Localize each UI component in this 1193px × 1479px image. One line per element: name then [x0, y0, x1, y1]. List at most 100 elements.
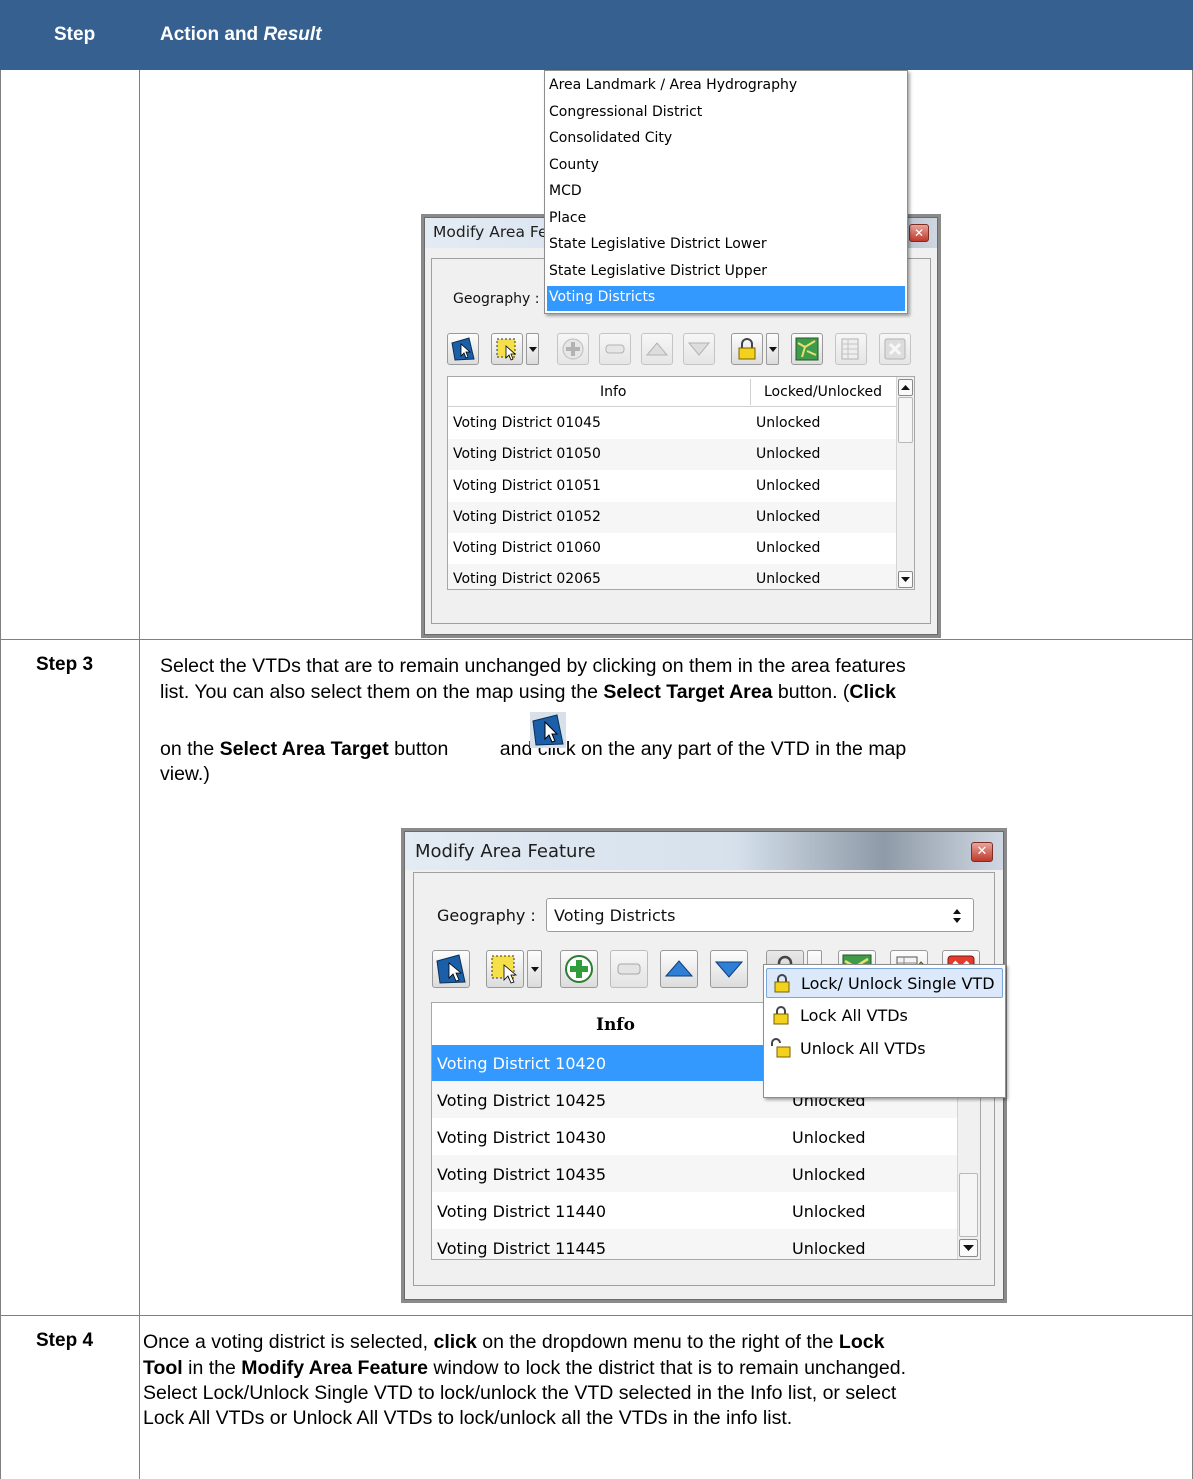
- step-4-label: Step 4: [36, 1330, 94, 1351]
- geography-label: Geography :: [437, 906, 536, 925]
- map-button[interactable]: [791, 333, 823, 365]
- lock-tool-dropdown[interactable]: [766, 333, 779, 365]
- header-step: Step: [54, 24, 96, 45]
- remove-button[interactable]: [599, 333, 631, 365]
- move-down-button[interactable]: [683, 333, 715, 365]
- menu-item-lock-all[interactable]: Lock All VTDs: [766, 1001, 1003, 1031]
- column-header-info[interactable]: Info: [600, 384, 627, 400]
- step-3-line-2: list. You can also select them on the ma…: [160, 681, 897, 703]
- lock-icon: [774, 974, 790, 993]
- select-area-target-icon: [530, 712, 566, 748]
- step-4-line-3: Select Lock/Unlock Single VTD to lock/un…: [143, 1382, 897, 1404]
- row-info: Voting District 01051: [453, 478, 601, 494]
- move-up-button[interactable]: [641, 333, 673, 365]
- menu-item-label: Unlock All VTDs: [800, 1039, 926, 1058]
- geography-label: Geography :: [453, 291, 540, 307]
- column-header-info[interactable]: Info: [596, 1015, 635, 1035]
- select-tool-button[interactable]: [486, 950, 524, 988]
- close-button[interactable]: ✕: [971, 842, 993, 862]
- dialog-title: Modify Area Fe: [433, 223, 548, 241]
- close-icon: ✕: [913, 226, 925, 240]
- triangle-up-icon: [664, 960, 694, 977]
- lock-tool-button[interactable]: [731, 333, 763, 365]
- remove-button[interactable]: [610, 950, 648, 988]
- scroll-thumb[interactable]: [898, 397, 913, 443]
- selection-rectangle-icon: [496, 338, 517, 361]
- move-down-button[interactable]: [710, 950, 748, 988]
- area-features-list[interactable]: Info Locked/Unlocked Voting District 010…: [447, 376, 915, 590]
- triangle-up-icon: [901, 385, 910, 390]
- step-3-line-1: Select the VTDs that are to remain uncha…: [160, 655, 906, 677]
- row-info: Voting District 10430: [437, 1128, 607, 1147]
- row-info: Voting District 01060: [453, 540, 601, 556]
- list-item[interactable]: Congressional District: [549, 104, 702, 120]
- menu-item-label: Lock All VTDs: [800, 1006, 908, 1025]
- triangle-down-icon: [963, 1245, 974, 1251]
- attribute-table-button[interactable]: [835, 333, 867, 365]
- row-info: Voting District 10420: [437, 1054, 607, 1073]
- select-area-target-icon: [451, 337, 475, 361]
- list-item[interactable]: State Legislative District Lower: [549, 236, 767, 252]
- select-tool-dropdown[interactable]: [526, 333, 539, 365]
- row-info: Voting District 01052: [453, 509, 601, 525]
- table-row-divider: [0, 1315, 1193, 1316]
- select-area-target-button[interactable]: [447, 333, 479, 365]
- triangle-down-icon: [687, 342, 711, 356]
- select-tool-button[interactable]: [491, 333, 523, 365]
- scroll-thumb[interactable]: [959, 1173, 978, 1237]
- row-info: Voting District 02065: [453, 571, 601, 587]
- map-icon: [795, 337, 819, 361]
- menu-item-unlock-all[interactable]: Unlock All VTDs: [766, 1034, 1003, 1064]
- row-status: Unlocked: [792, 1165, 866, 1184]
- list-item[interactable]: County: [549, 157, 599, 173]
- close-icon: [884, 338, 906, 360]
- list-item[interactable]: State Legislative District Upper: [549, 263, 767, 279]
- list-item[interactable]: Place: [549, 210, 586, 226]
- menu-item-lock-unlock-single[interactable]: Lock/ Unlock Single VTD: [766, 968, 1003, 998]
- minus-icon: [605, 344, 625, 354]
- plus-icon: [565, 955, 593, 983]
- add-button[interactable]: [557, 333, 589, 365]
- row-status: Unlocked: [792, 1239, 866, 1258]
- row-status: Unlocked: [756, 446, 821, 462]
- move-up-button[interactable]: [660, 950, 698, 988]
- geography-select[interactable]: Voting Districts: [546, 898, 974, 932]
- triangle-down-icon: [714, 961, 744, 978]
- delete-button[interactable]: [879, 333, 911, 365]
- close-button[interactable]: ✕: [909, 224, 929, 242]
- row-status: Unlocked: [756, 509, 821, 525]
- scroll-up-button[interactable]: [898, 379, 913, 396]
- triangle-up-icon: [645, 342, 669, 356]
- row-info: Voting District 10425: [437, 1091, 607, 1110]
- lock-icon: [738, 338, 756, 360]
- step-4-line-4: Lock All VTDs or Unlock All VTDs to lock…: [143, 1407, 793, 1429]
- add-button[interactable]: [560, 950, 598, 988]
- close-icon: ✕: [976, 844, 988, 859]
- list-item[interactable]: Area Landmark / Area Hydrography: [549, 77, 797, 93]
- selected-list-item[interactable]: Voting Districts: [549, 289, 655, 305]
- list-item[interactable]: MCD: [549, 183, 582, 199]
- minus-icon: [617, 963, 641, 975]
- row-status: Unlocked: [756, 540, 821, 556]
- select-tool-dropdown[interactable]: [527, 950, 542, 988]
- select-area-target-button[interactable]: [432, 950, 470, 988]
- unlock-icon: [771, 1038, 791, 1058]
- column-header-locked[interactable]: Locked/Unlocked: [764, 384, 882, 400]
- select-area-target-icon: [436, 954, 466, 984]
- chevron-down-icon: [529, 347, 537, 352]
- step-4-line-1: Once a voting district is selected, clic…: [143, 1331, 885, 1353]
- row-status: Unlocked: [756, 415, 821, 431]
- scroll-down-button[interactable]: [898, 571, 913, 588]
- lock-dropdown-menu[interactable]: Lock/ Unlock Single VTD Lock All VTDs Un…: [763, 964, 1006, 1098]
- row-info: Voting District 01050: [453, 446, 601, 462]
- list-item[interactable]: Consolidated City: [549, 130, 672, 146]
- scroll-down-button[interactable]: [959, 1239, 978, 1257]
- lock-icon: [773, 1006, 789, 1025]
- chevron-down-icon: [769, 347, 777, 352]
- geography-dropdown-list[interactable]: Area Landmark / Area Hydrography Congres…: [544, 70, 908, 314]
- row-status: Unlocked: [792, 1202, 866, 1221]
- row-info: Voting District 11445: [437, 1239, 607, 1258]
- table-column-divider: [139, 70, 140, 1479]
- table-row-divider: [0, 639, 1193, 640]
- step-3-line-3: on the Select Area Target button and cli…: [160, 738, 907, 760]
